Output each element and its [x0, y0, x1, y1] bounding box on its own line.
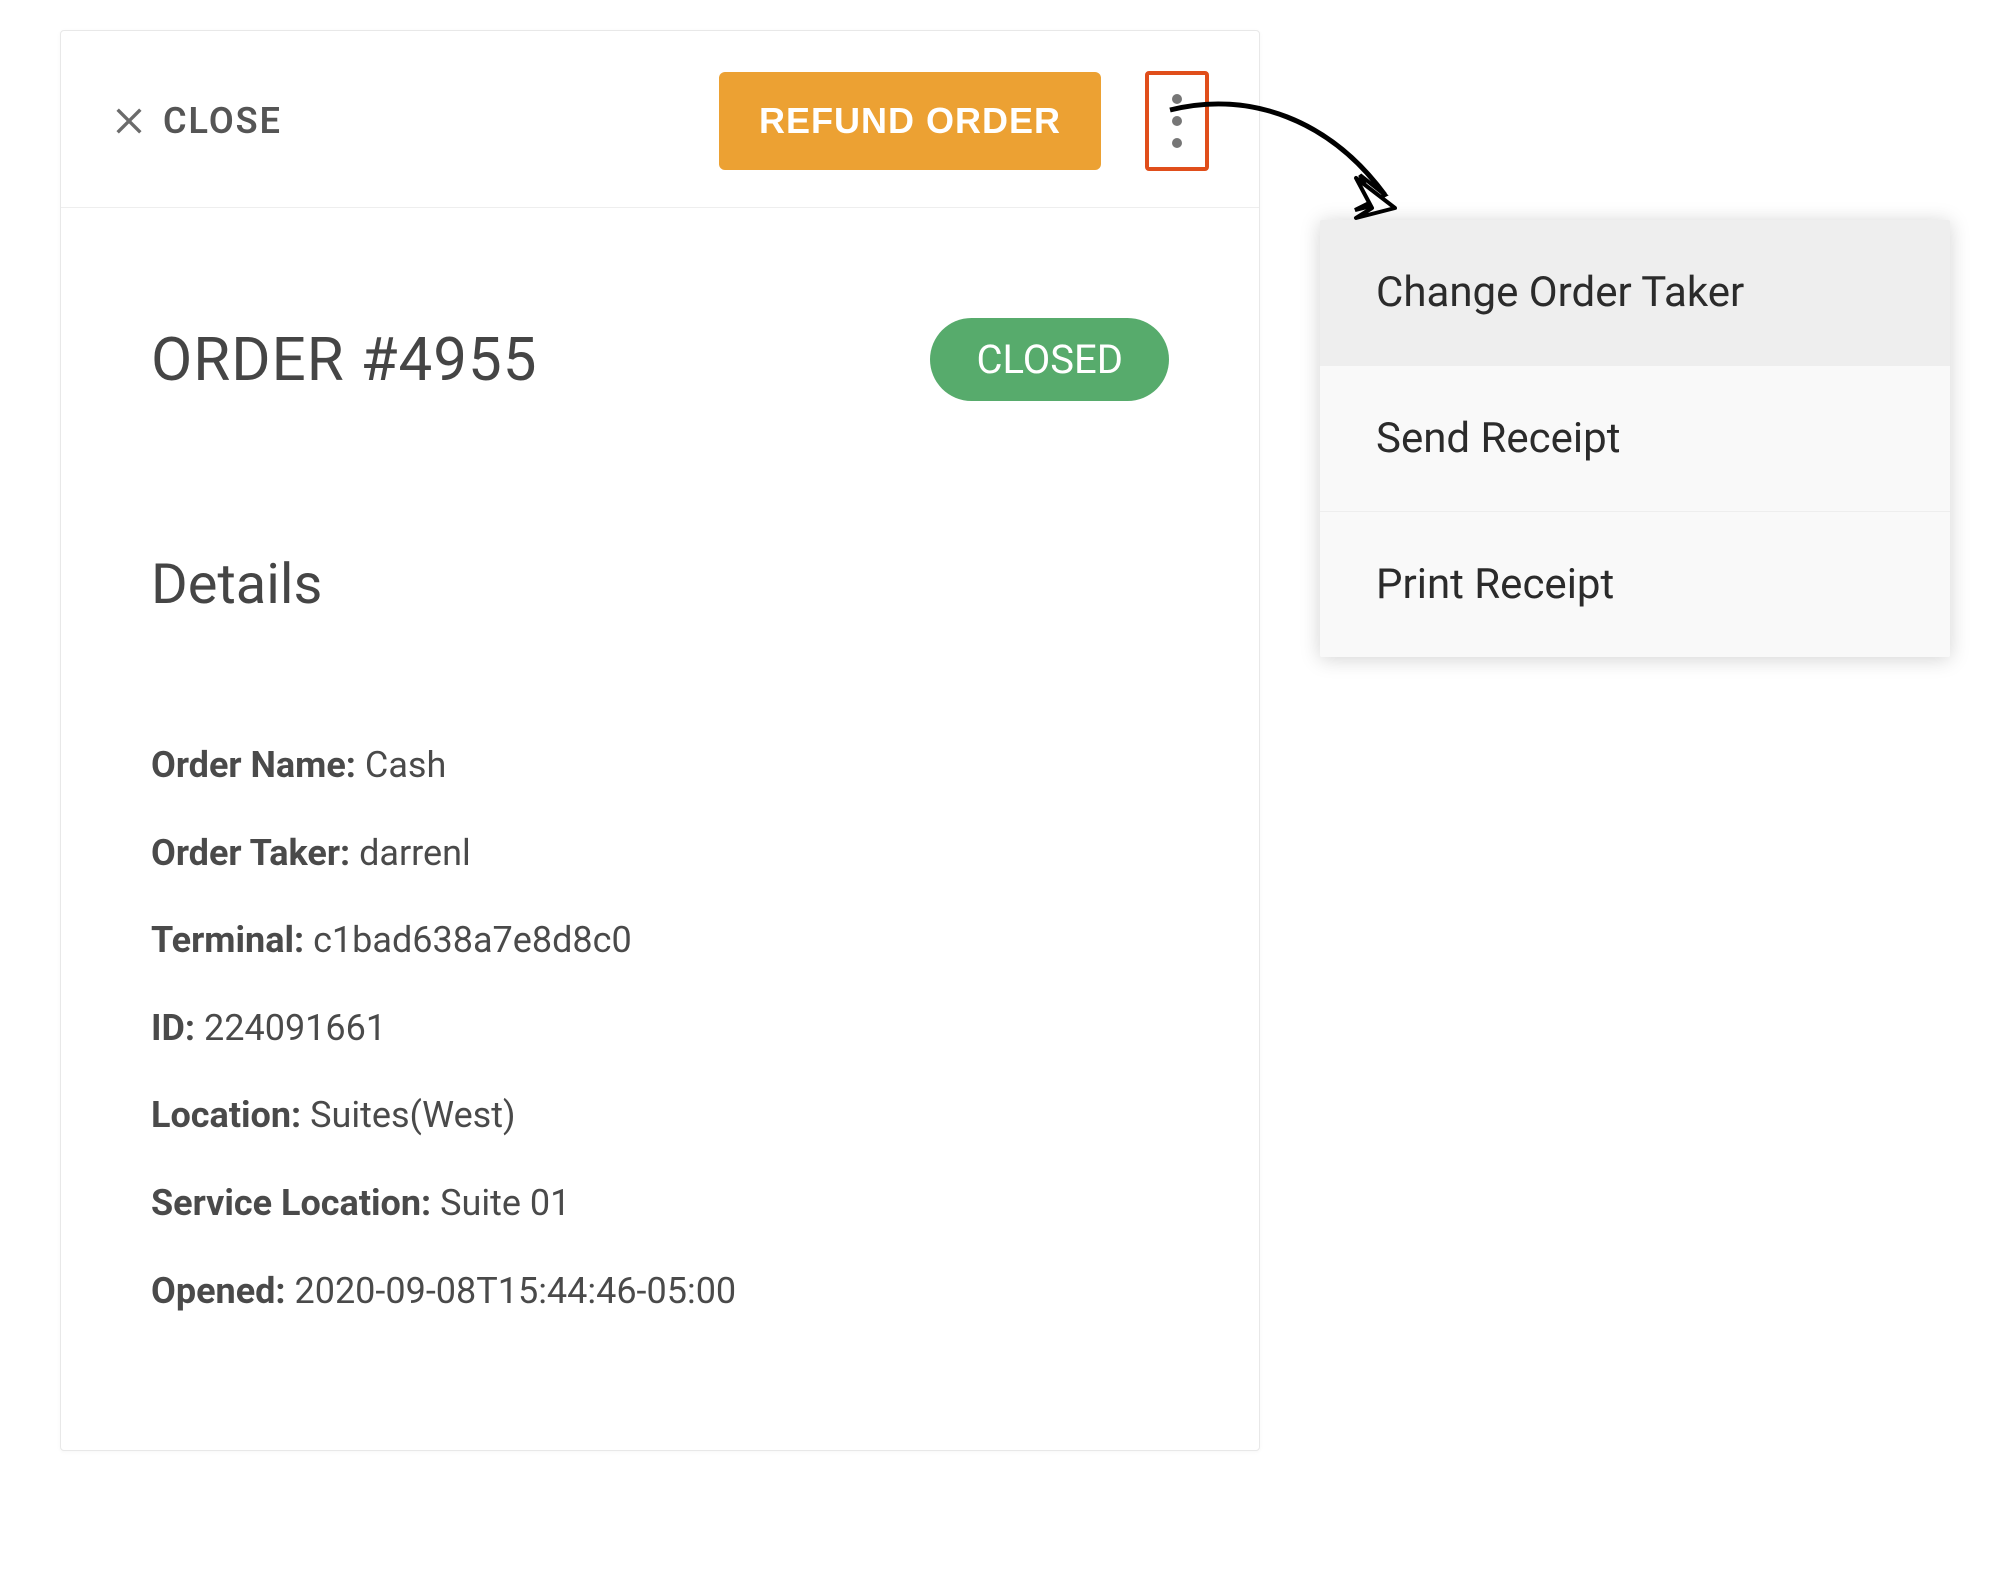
detail-row-id: ID: 224091661 — [151, 1000, 1169, 1058]
panel-header: CLOSE REFUND ORDER — [61, 31, 1259, 208]
detail-value: darrenl — [359, 832, 471, 874]
more-actions-menu: Change Order Taker Send Receipt Print Re… — [1320, 220, 1950, 657]
menu-item-print-receipt[interactable]: Print Receipt — [1320, 512, 1950, 657]
kebab-icon — [1172, 116, 1182, 126]
detail-label: Opened: — [151, 1270, 286, 1312]
detail-row-order-name: Order Name: Cash — [151, 737, 1169, 795]
refund-order-button[interactable]: REFUND ORDER — [719, 72, 1101, 170]
detail-value: 224091661 — [204, 1007, 386, 1049]
close-label: CLOSE — [163, 100, 282, 142]
kebab-icon — [1172, 94, 1182, 104]
detail-label: Order Name: — [151, 744, 356, 786]
order-title-row: ORDER #4955 CLOSED — [61, 208, 1259, 401]
close-icon — [111, 103, 147, 139]
details-heading: Details — [61, 401, 1259, 617]
detail-row-service-location: Service Location: Suite 01 — [151, 1175, 1169, 1233]
detail-label: ID: — [151, 1007, 195, 1049]
detail-value: 2020-09-08T15:44:46-05:00 — [294, 1270, 736, 1312]
details-list: Order Name: Cash Order Taker: darrenl Te… — [61, 617, 1259, 1320]
order-panel: CLOSE REFUND ORDER ORDER #4955 CLOSED De… — [60, 30, 1260, 1451]
detail-label: Terminal: — [151, 919, 304, 961]
status-badge: CLOSED — [930, 318, 1169, 401]
detail-row-location: Location: Suites(West) — [151, 1087, 1169, 1145]
menu-item-send-receipt[interactable]: Send Receipt — [1320, 366, 1950, 512]
close-button[interactable]: CLOSE — [111, 100, 282, 142]
detail-value: Suites(West) — [310, 1094, 515, 1136]
detail-row-terminal: Terminal: c1bad638a7e8d8c0 — [151, 912, 1169, 970]
detail-label: Order Taker: — [151, 832, 350, 874]
menu-item-change-order-taker[interactable]: Change Order Taker — [1320, 220, 1950, 366]
detail-value: c1bad638a7e8d8c0 — [313, 919, 632, 961]
more-actions-button[interactable] — [1145, 71, 1209, 171]
detail-row-opened: Opened: 2020-09-08T15:44:46-05:00 — [151, 1263, 1169, 1321]
detail-value: Cash — [365, 744, 446, 786]
detail-value: Suite 01 — [440, 1182, 570, 1224]
detail-label: Service Location: — [151, 1182, 431, 1224]
detail-row-order-taker: Order Taker: darrenl — [151, 825, 1169, 883]
kebab-icon — [1172, 138, 1182, 148]
order-title: ORDER #4955 — [151, 324, 537, 395]
detail-label: Location: — [151, 1094, 301, 1136]
